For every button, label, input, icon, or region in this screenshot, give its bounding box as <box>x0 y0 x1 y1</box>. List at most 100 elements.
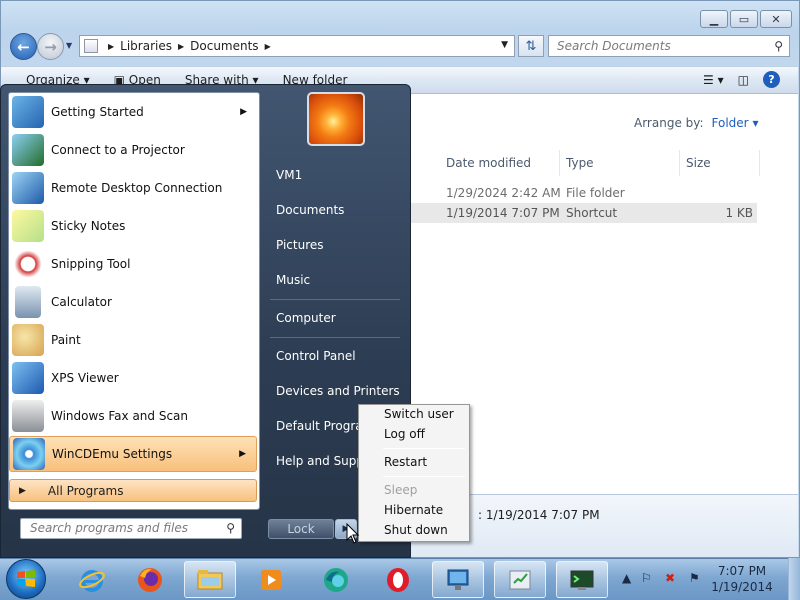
program-xps-viewer[interactable]: XPS Viewer <box>9 360 257 396</box>
all-programs-button[interactable]: ▶ All Programs <box>9 479 257 502</box>
edge-icon[interactable] <box>310 561 362 598</box>
show-hidden-icons-icon[interactable]: ▲ <box>622 571 631 585</box>
start-link-computer[interactable]: Computer <box>276 311 336 325</box>
task-icon[interactable] <box>494 561 546 598</box>
change-view-icon[interactable]: ☰ ▾ <box>703 73 724 87</box>
start-button[interactable] <box>6 559 46 599</box>
program-label: Snipping Tool <box>51 257 131 271</box>
menu-item-restart[interactable]: Restart <box>384 455 427 469</box>
divider <box>270 337 400 338</box>
start-link-music[interactable]: Music <box>276 273 310 287</box>
folder-location-icon <box>84 39 98 53</box>
program-getting-started[interactable]: Getting Started ▶ <box>9 94 257 130</box>
opera-icon[interactable] <box>372 561 424 598</box>
column-type[interactable]: Type <box>560 150 680 176</box>
divider <box>270 299 400 300</box>
menu-item-hibernate[interactable]: Hibernate <box>384 503 443 517</box>
row-date: 1/19/2014 7:07 PM <box>446 206 560 220</box>
program-label: Connect to a Projector <box>51 143 185 157</box>
breadcrumb-separator-icon[interactable]: ▶ <box>108 42 114 51</box>
program-label: XPS Viewer <box>51 371 119 385</box>
expand-arrow-icon: ▶ <box>19 485 26 496</box>
menu-item-shut-down[interactable]: Shut down <box>384 523 448 537</box>
search-icon: ⚲ <box>774 39 783 53</box>
mouse-cursor-icon <box>346 523 360 544</box>
remote-desktop-icon <box>12 172 44 204</box>
close-button[interactable]: ✕ <box>760 10 792 28</box>
snipping-tool-icon <box>12 248 44 280</box>
start-link-documents[interactable]: Documents <box>276 203 344 217</box>
search-programs-input[interactable]: Search programs and files ⚲ <box>20 518 242 539</box>
submenu-arrow-icon: ▶ <box>239 449 246 459</box>
clock[interactable]: 7:07 PM 1/19/2014 <box>707 563 777 595</box>
address-bar[interactable]: ▶ Libraries ▶ Documents ▶ ▼ <box>79 35 515 57</box>
table-row[interactable]: 1/19/2014 7:07 PM Shortcut 1 KB <box>411 203 757 223</box>
program-snipping-tool[interactable]: Snipping Tool <box>9 246 257 282</box>
file-explorer-icon[interactable] <box>184 561 236 598</box>
program-label: Paint <box>51 333 81 347</box>
search-documents-input[interactable]: Search Documents ⚲ <box>548 35 790 57</box>
maximize-button[interactable]: ▭ <box>730 10 758 28</box>
internet-explorer-icon[interactable] <box>66 561 118 598</box>
preview-pane-icon[interactable]: ◫ <box>738 73 749 87</box>
start-link-devices-printers[interactable]: Devices and Printers <box>276 384 400 398</box>
wincdemu-icon <box>13 438 45 470</box>
terminal-icon[interactable] <box>556 561 608 598</box>
submenu-arrow-icon: ▶ <box>240 107 247 117</box>
address-dropdown-icon[interactable]: ▼ <box>501 40 508 50</box>
action-center-icon[interactable]: ⚐ <box>641 571 652 585</box>
row-size: 1 KB <box>725 206 753 220</box>
minimize-button[interactable]: ▁ <box>700 10 728 28</box>
lock-button[interactable]: Lock <box>268 519 334 539</box>
search-documents-placeholder: Search Documents <box>557 39 671 53</box>
xps-viewer-icon <box>12 362 44 394</box>
search-icon: ⚲ <box>226 521 235 535</box>
start-link-vm1[interactable]: VM1 <box>276 168 302 182</box>
start-link-control-panel[interactable]: Control Panel <box>276 349 356 363</box>
table-row[interactable]: 1/29/2024 2:42 AM File folder <box>411 183 757 203</box>
recent-pages-dropdown-icon[interactable]: ▼ <box>66 41 72 50</box>
program-remote-desktop[interactable]: Remote Desktop Connection <box>9 170 257 206</box>
projector-icon <box>12 134 44 166</box>
media-player-icon[interactable] <box>245 561 297 598</box>
arrange-by-value[interactable]: Folder ▾ <box>712 116 759 130</box>
details-date-modified: : 1/19/2014 7:07 PM <box>478 508 600 522</box>
firefox-icon[interactable] <box>124 561 176 598</box>
refresh-button[interactable]: ⇅ <box>518 35 544 57</box>
all-programs-label: All Programs <box>47 483 124 498</box>
back-button[interactable]: ← <box>10 33 37 60</box>
column-size[interactable]: Size <box>680 150 760 176</box>
program-connect-projector[interactable]: Connect to a Projector <box>9 132 257 168</box>
program-fax-scan[interactable]: Windows Fax and Scan <box>9 398 257 434</box>
volume-icon[interactable]: ⚑ <box>689 571 700 585</box>
clock-time: 7:07 PM <box>717 564 767 578</box>
view-controls: ☰ ▾ ◫ ? <box>703 71 780 88</box>
network-icon[interactable]: ✖ <box>665 571 675 585</box>
help-icon[interactable]: ? <box>763 71 780 88</box>
show-desktop-button[interactable] <box>788 558 800 600</box>
program-wincdemu-settings[interactable]: WinCDEmu Settings ▶ <box>9 436 257 472</box>
control-panel-icon[interactable] <box>432 561 484 598</box>
fax-scan-icon <box>12 400 44 432</box>
program-calculator[interactable]: Calculator <box>9 284 257 320</box>
breadcrumb-documents[interactable]: Documents <box>190 39 258 53</box>
program-paint[interactable]: Paint <box>9 322 257 358</box>
program-label: Getting Started <box>51 105 144 119</box>
menu-item-switch-user[interactable]: Switch user <box>384 407 454 421</box>
start-link-pictures[interactable]: Pictures <box>276 238 324 252</box>
breadcrumb-separator-icon[interactable]: ▶ <box>265 42 271 51</box>
row-date: 1/29/2024 2:42 AM <box>446 186 561 200</box>
menu-divider <box>383 448 465 449</box>
menu-item-sleep: Sleep <box>384 483 418 497</box>
program-sticky-notes[interactable]: Sticky Notes <box>9 208 257 244</box>
user-picture[interactable] <box>307 92 365 146</box>
column-date-modified[interactable]: Date modified <box>440 150 560 176</box>
menu-item-log-off[interactable]: Log off <box>384 427 425 441</box>
sticky-notes-icon <box>12 210 44 242</box>
breadcrumb-separator-icon[interactable]: ▶ <box>178 42 184 51</box>
program-label: WinCDEmu Settings <box>52 447 173 461</box>
arrange-by[interactable]: Arrange by: Folder ▾ <box>634 116 758 130</box>
breadcrumb-libraries[interactable]: Libraries <box>120 39 172 53</box>
forward-button[interactable]: → <box>37 33 64 60</box>
paint-icon <box>12 324 44 356</box>
